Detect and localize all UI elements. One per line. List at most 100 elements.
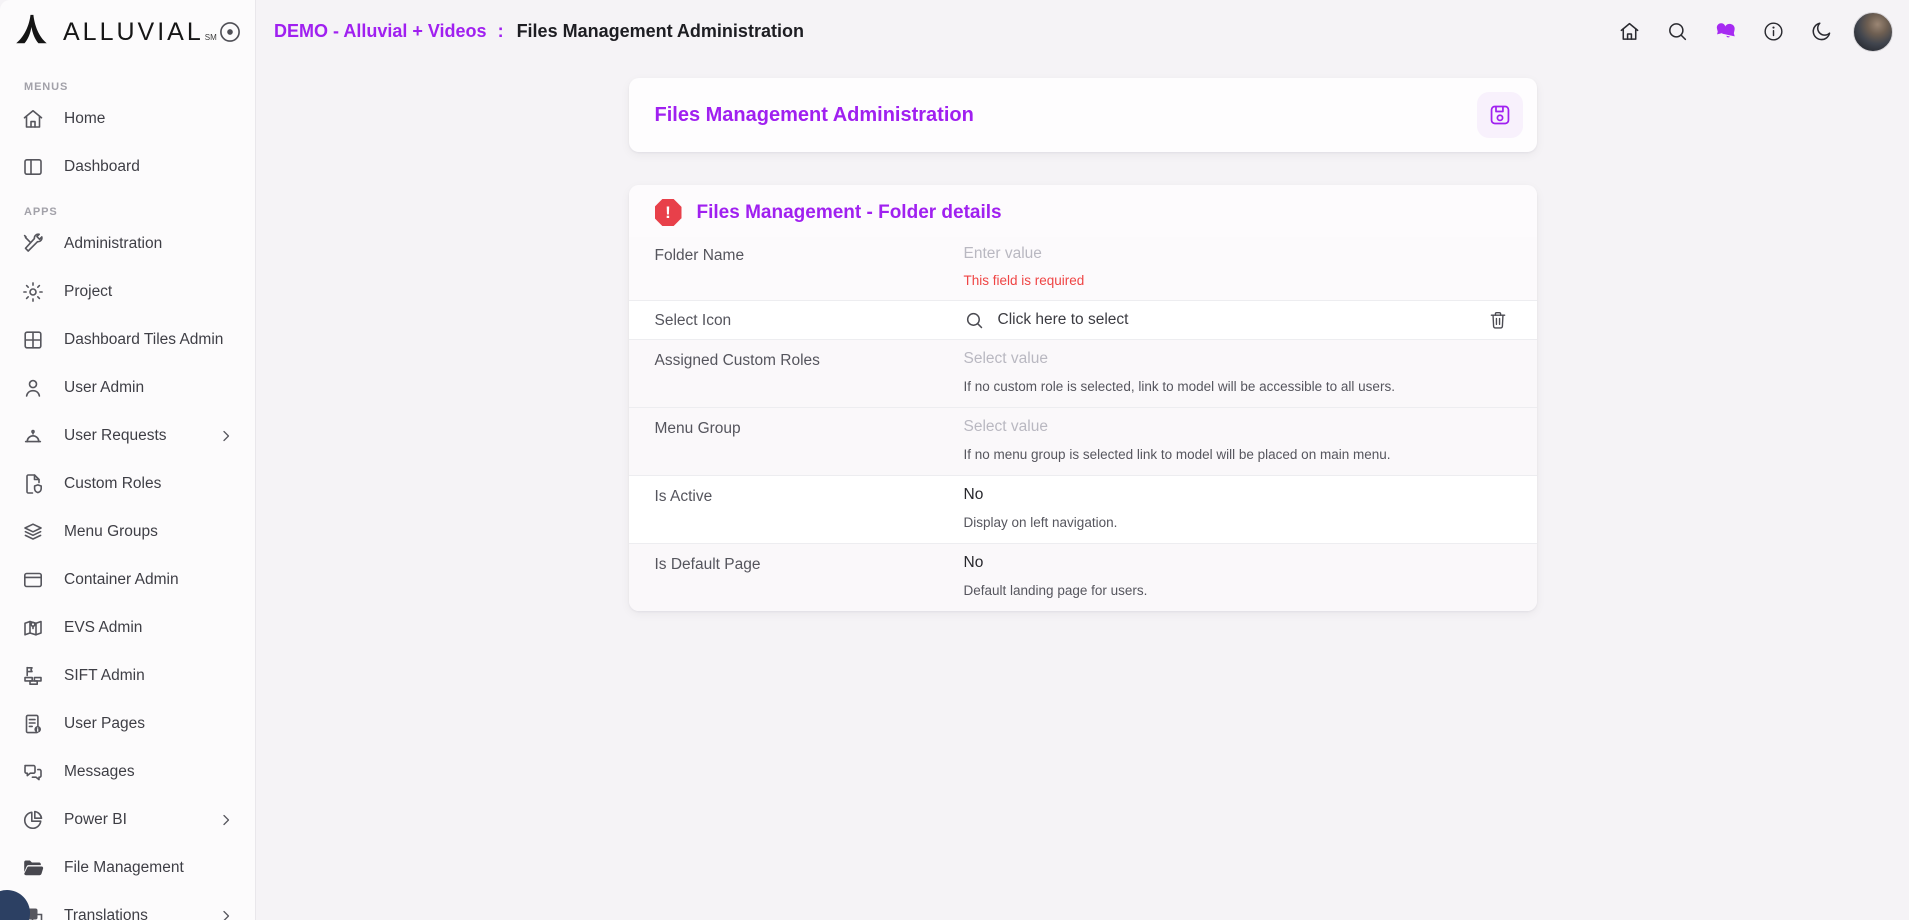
document-info-icon [21,712,45,736]
save-button[interactable] [1477,92,1523,138]
gear-icon [21,280,45,304]
sidebar-item-container-admin[interactable]: Container Admin [0,556,255,604]
sidebar-item-label: User Requests [64,427,167,445]
sidebar-nav: MENUS Home Dashboard APPS Administration Proj… [0,64,255,920]
sidebar-item-label: EVS Admin [64,619,142,637]
sidebar-section-label: APPS [24,206,255,218]
is-default-page-toggle[interactable]: No [964,554,1511,572]
document-shield-icon [21,472,45,496]
sidebar-item-power-bi[interactable]: Power BI [0,796,255,844]
is-active-toggle[interactable]: No [964,486,1511,504]
sift-icon [21,664,45,688]
grid-icon [21,328,45,352]
sidebar-item-messages[interactable]: Messages [0,748,255,796]
sidebar-item-home[interactable]: Home [0,95,255,143]
search-icon [964,310,985,331]
sidebar-item-translations[interactable]: Translations [0,892,255,920]
request-dome-icon [21,424,45,448]
sidebar-item-label: Power BI [64,811,127,829]
title-card-heading: Files Management Administration [655,104,974,127]
breadcrumb-app[interactable]: DEMO - Alluvial + Videos [274,21,487,42]
dark-mode-moon-icon[interactable] [1801,11,1842,52]
field-hint: If no menu group is selected link to mod… [964,447,1511,462]
field-label: Menu Group [655,418,964,438]
sidebar-item-label: User Admin [64,379,144,397]
tools-icon [21,232,45,256]
custom-roles-select[interactable]: Select value [964,350,1511,368]
main-content: Files Management Administration ! Files … [256,63,1909,611]
brand-name: ALLUVIALSM [63,18,217,47]
sidebar-item-label: Translations [64,907,148,920]
pie-chart-icon [21,808,45,832]
sidebar-item-label: Menu Groups [64,523,158,541]
field-label: Select Icon [655,310,964,330]
logo-row: ALLUVIALSM [0,0,255,64]
header: DEMO - Alluvial + Videos : Files Managem… [257,0,1909,63]
sidebar-item-sift-admin[interactable]: SIFT Admin [0,652,255,700]
page-title: Files Management Administration [517,21,804,42]
info-icon[interactable] [1753,11,1794,52]
form-card-heading: Files Management - Folder details [697,202,1002,224]
field-label: Assigned Custom Roles [655,350,964,370]
form-row-is-active: Is Active No Display on left navigation. [629,475,1537,543]
sidebar-item-project[interactable]: Project [0,268,255,316]
sidebar-item-label: User Pages [64,715,145,733]
sidebar-item-label: File Management [64,859,184,877]
sidebar-item-dashboard-tiles-admin[interactable]: Dashboard Tiles Admin [0,316,255,364]
sidebar-item-custom-roles[interactable]: Custom Roles [0,460,255,508]
form-card: ! Files Management - Folder details Fold… [629,185,1537,611]
chevron-right-icon [217,427,235,445]
sidebar-item-user-requests[interactable]: User Requests [0,412,255,460]
brand-trademark: SM [205,33,217,42]
sidebar-item-evs-admin[interactable]: EVS Admin [0,604,255,652]
sidebar-item-dashboard[interactable]: Dashboard [0,143,255,191]
breadcrumb-separator: : [498,21,504,42]
map-pin-icon [21,616,45,640]
form-row-folder-name: Folder Name Enter value This field is re… [629,237,1537,300]
field-label: Is Default Page [655,554,964,574]
chevron-right-icon [217,811,235,829]
sidebar-section-label: MENUS [24,81,255,93]
sidebar-item-label: Home [64,110,105,128]
sidebar-item-menu-groups[interactable]: Menu Groups [0,508,255,556]
dashboard-icon [21,155,45,179]
sidebar-item-label: Messages [64,763,135,781]
title-card: Files Management Administration [629,78,1537,152]
icon-picker-trigger[interactable]: Click here to select [998,311,1129,329]
sidebar-item-file-management[interactable]: File Management [0,844,255,892]
validation-error: This field is required [964,273,1511,288]
sidebar-collapse-icon[interactable] [217,19,243,45]
field-hint: If no custom role is selected, link to m… [964,379,1511,394]
field-hint: Default landing page for users. [964,583,1511,598]
field-label: Is Active [655,486,964,506]
sidebar-item-administration[interactable]: Administration [0,220,255,268]
sidebar-item-label: Administration [64,235,162,253]
sidebar-item-label: SIFT Admin [64,667,145,685]
form-card-header: ! Files Management - Folder details [629,185,1537,237]
home-icon[interactable] [1609,11,1650,52]
folder-name-input[interactable]: Enter value [964,245,1511,263]
sidebar-item-label: Dashboard Tiles Admin [64,331,223,349]
form-row-is-default-page: Is Default Page No Default landing page … [629,543,1537,611]
notifications-bells-icon[interactable] [1705,11,1746,52]
sidebar-item-user-admin[interactable]: User Admin [0,364,255,412]
sidebar-item-user-pages[interactable]: User Pages [0,700,255,748]
alert-octagon-icon: ! [655,199,682,226]
user-icon [21,376,45,400]
folder-open-icon [21,856,45,880]
field-hint: Display on left navigation. [964,515,1511,530]
sidebar: ALLUVIALSM MENUS Home Dashboard APPS Adminis… [0,0,256,920]
user-avatar[interactable] [1853,12,1893,52]
trash-icon[interactable] [1487,308,1511,332]
search-icon[interactable] [1657,11,1698,52]
alluvial-logo-icon [13,13,51,51]
form-row-menu-group: Menu Group Select value If no menu group… [629,407,1537,475]
menu-group-select[interactable]: Select value [964,418,1511,436]
sidebar-item-label: Project [64,283,112,301]
chevron-right-icon [217,907,235,920]
sidebar-item-label: Dashboard [64,158,140,176]
messages-icon [21,760,45,784]
header-actions [1609,11,1893,52]
window-icon [21,568,45,592]
layers-icon [21,520,45,544]
